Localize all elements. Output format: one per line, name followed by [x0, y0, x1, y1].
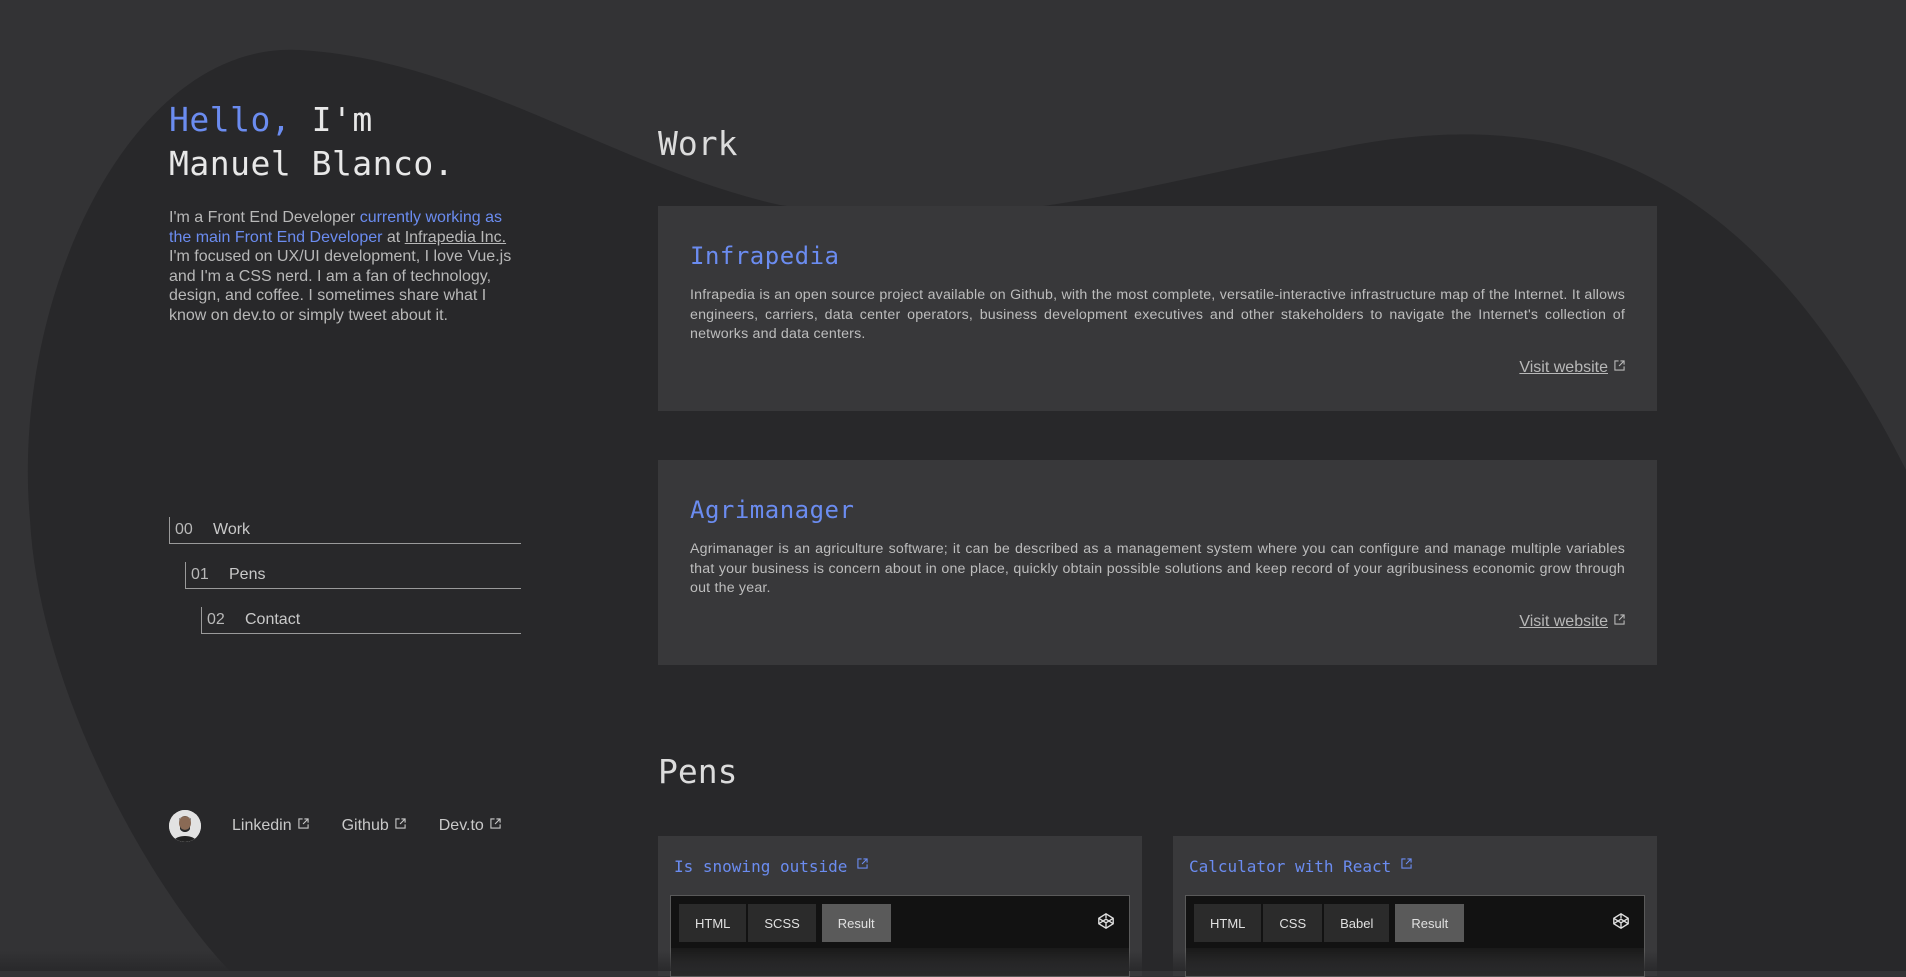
nav-label: Pens	[229, 566, 266, 583]
external-link-icon	[857, 858, 869, 869]
github-label: Github	[341, 817, 389, 834]
intro-text-2: at	[382, 228, 405, 246]
nav-item-work[interactable]: 00 Work	[169, 517, 521, 544]
project-description: Agrimanager is an agriculture software; …	[690, 541, 1625, 596]
tab-result[interactable]: Result	[1395, 904, 1465, 942]
greeting-hello: Hello,	[169, 100, 292, 139]
nav-item-contact[interactable]: 02 Contact	[201, 607, 521, 634]
embed-preview	[1186, 948, 1644, 976]
tab-result[interactable]: Result	[821, 904, 891, 942]
nav-label: Work	[213, 521, 251, 538]
project-card-infrapedia: Infrapedia Infrapedia is an open source …	[658, 206, 1657, 411]
codepen-embed: HTML SCSS Result	[670, 895, 1130, 977]
pen-title: Is snowing outside	[674, 857, 848, 876]
nav-number: 01	[191, 566, 209, 583]
embed-tabs: HTML CSS Babel Result	[1194, 904, 1466, 942]
company-link[interactable]: Infrapedia Inc.	[405, 229, 506, 246]
tab-scss[interactable]: SCSS	[748, 904, 816, 942]
pen-card-calculator: Calculator with React HTML CSS Babel Res…	[1173, 836, 1657, 977]
pen-title: Calculator with React	[1189, 857, 1392, 876]
tab-css[interactable]: CSS	[1263, 904, 1323, 942]
linkedin-label: Linkedin	[232, 817, 292, 834]
nav-number: 00	[175, 521, 193, 538]
section-nav: 00 Work 01 Pens 02 Contact	[169, 517, 521, 652]
visit-website-link[interactable]: Visit website	[1519, 359, 1625, 377]
pens-title: Pens	[658, 752, 738, 791]
intro-paragraph: I'm a Front End Developer currently work…	[169, 208, 521, 325]
github-link[interactable]: Github	[342, 817, 406, 835]
codepen-icon[interactable]	[1097, 912, 1115, 930]
nav-item-pens[interactable]: 01 Pens	[185, 562, 521, 589]
embed-tabs: HTML SCSS Result	[679, 904, 893, 942]
embed-preview	[671, 948, 1129, 976]
greeting-im: I'm	[311, 100, 373, 139]
greeting-heading: Hello, I'm Manuel Blanco.	[169, 98, 521, 186]
linkedin-link[interactable]: Linkedin	[232, 817, 309, 835]
intro-text-1: I'm a Front End Developer	[169, 209, 360, 226]
external-link-icon	[1614, 613, 1625, 625]
greeting-name: Manuel Blanco.	[169, 144, 455, 183]
external-link-icon	[490, 817, 501, 829]
external-link-icon	[297, 817, 309, 829]
visit-label: Visit website	[1519, 359, 1608, 376]
avatar	[169, 810, 201, 842]
tab-babel[interactable]: Babel	[1324, 904, 1390, 942]
project-description: Infrapedia is an open source project ava…	[690, 287, 1625, 342]
codepen-embed: HTML CSS Babel Result	[1185, 895, 1645, 977]
social-links: Linkedin Github Dev.to	[169, 810, 534, 842]
tab-html[interactable]: HTML	[1194, 904, 1262, 942]
work-title: Work	[658, 124, 738, 163]
external-link-icon	[1401, 858, 1412, 869]
nav-number: 02	[207, 611, 225, 628]
codepen-icon[interactable]	[1612, 912, 1630, 930]
visit-label: Visit website	[1519, 613, 1608, 630]
external-link-icon	[1614, 359, 1625, 371]
nav-label: Contact	[245, 611, 301, 628]
project-card-agrimanager: Agrimanager Agrimanager is an agricultur…	[658, 460, 1657, 665]
pen-title-link[interactable]: Is snowing outside	[674, 857, 869, 876]
intro-section: Hello, I'm Manuel Blanco. I'm a Front En…	[169, 98, 521, 325]
external-link-icon	[395, 817, 406, 829]
devto-label: Dev.to	[438, 817, 484, 834]
tab-html[interactable]: HTML	[679, 904, 747, 942]
intro-text-3: I'm focused on UX/UI development, I love…	[169, 248, 512, 324]
pen-card-snowing: Is snowing outside HTML SCSS Result	[658, 836, 1142, 977]
visit-website-link[interactable]: Visit website	[1519, 613, 1625, 631]
project-title: Infrapedia	[690, 242, 840, 270]
project-title: Agrimanager	[690, 496, 855, 524]
devto-link[interactable]: Dev.to	[439, 817, 501, 835]
pen-title-link[interactable]: Calculator with React	[1189, 857, 1412, 876]
